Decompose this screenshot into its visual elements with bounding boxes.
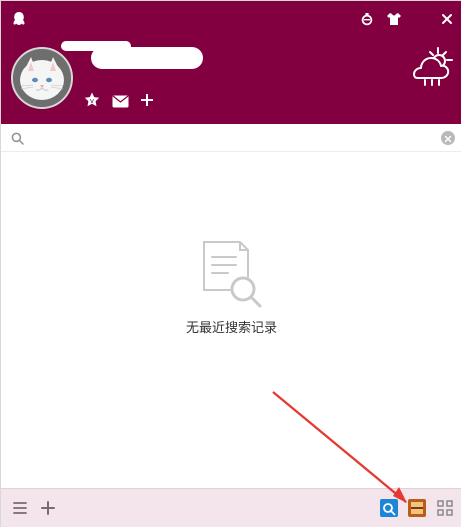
skin-icon[interactable] xyxy=(359,11,375,27)
grid-icon[interactable] xyxy=(436,499,454,517)
clear-search-button[interactable] xyxy=(441,131,455,145)
empty-search-icon xyxy=(200,241,266,309)
search-input[interactable] xyxy=(27,128,427,148)
empty-state-text: 无最近搜索记录 xyxy=(185,321,277,336)
add-icon[interactable] xyxy=(39,499,57,517)
header: v xyxy=(1,1,461,124)
close-icon[interactable] xyxy=(439,11,455,27)
avatar[interactable] xyxy=(11,47,73,109)
qq-penguin-icon xyxy=(11,11,27,27)
search-history-area: 无最近搜索记录 xyxy=(1,152,461,488)
profile-name-redacted xyxy=(61,41,203,69)
svg-text:v: v xyxy=(90,97,94,105)
watermark-baidu xyxy=(345,483,431,519)
search-bar[interactable] xyxy=(1,124,461,152)
qq-window: v 无最近搜索记录 xyxy=(0,0,461,527)
star-icon[interactable]: v xyxy=(83,91,101,109)
menu-icon[interactable] xyxy=(11,499,29,517)
mail-icon[interactable] xyxy=(111,93,129,109)
search-icon xyxy=(10,131,24,145)
plus-icon[interactable] xyxy=(139,92,155,108)
shirt-icon[interactable] xyxy=(386,11,402,27)
weather-icon[interactable] xyxy=(408,44,456,86)
